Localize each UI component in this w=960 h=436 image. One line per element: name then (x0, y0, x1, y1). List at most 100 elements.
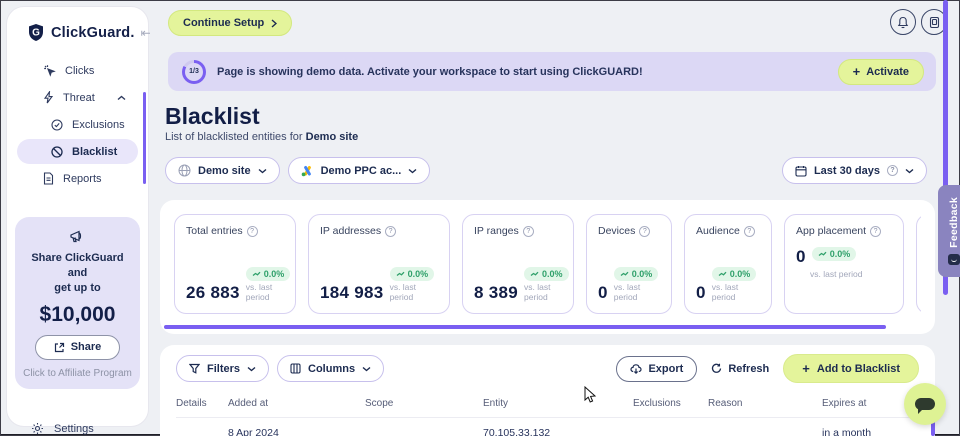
sidebar-item-label: Clicks (65, 65, 94, 77)
table-row[interactable]: 8 Apr 2024 70.105.33.132 in a month (176, 418, 919, 436)
share-button-label: Share (71, 341, 102, 353)
brand-name: ClickGuard. (51, 25, 135, 41)
cell-expires-at: in a month (822, 427, 919, 436)
trend-badge: 0.0% (390, 267, 435, 281)
stat-caption: vs. last period (246, 282, 288, 303)
stat-card-domain-placement: Domain placement? 0 0.0% vs. last period (916, 214, 921, 314)
chevron-right-icon (271, 19, 277, 28)
trend-up-icon (718, 271, 727, 277)
sidebar-item-exclusions[interactable]: Exclusions (17, 112, 138, 137)
export-button-label: Export (648, 363, 683, 375)
chat-bubble-icon (915, 398, 935, 410)
activate-button[interactable]: + Activate (838, 59, 924, 85)
help-icon[interactable]: ? (385, 226, 396, 237)
sidebar-item-label: Blacklist (72, 146, 117, 158)
page-subtitle-site: Demo site (306, 131, 359, 143)
svg-text:G: G (32, 28, 40, 39)
stat-change: 0.0% (264, 269, 285, 279)
bell-icon (897, 16, 909, 29)
sidebar-item-settings[interactable]: Settings (7, 417, 148, 436)
help-icon[interactable]: ? (523, 226, 534, 237)
columns-button[interactable]: Columns (277, 355, 384, 382)
promo-footer: Click to Affiliate Program (23, 368, 132, 379)
stat-value: 26 883 (186, 283, 240, 303)
date-range-selector[interactable]: Last 30 days ? (782, 157, 927, 184)
stat-card-ip-addresses: IP addresses? 184 983 0.0% vs. last peri… (308, 214, 450, 314)
chevron-down-icon (258, 168, 267, 174)
add-to-blacklist-button[interactable]: + Add to Blacklist (783, 354, 919, 383)
stat-value: 184 983 (320, 283, 384, 303)
table-header-row: Details Added at Scope Entity Exclusions… (176, 398, 919, 418)
continue-setup-button[interactable]: Continue Setup (168, 10, 292, 36)
chat-widget-button[interactable] (904, 383, 946, 425)
stat-value: 0 (796, 247, 806, 267)
check-circle-icon (51, 119, 63, 131)
sidebar-item-threat[interactable]: Threat (17, 85, 138, 110)
block-circle-icon (51, 146, 63, 158)
stat-change: 0.0% (632, 269, 653, 279)
notifications-button[interactable] (890, 9, 916, 35)
stat-card-audience: Audience? 0 0.0% vs. last period (684, 214, 772, 314)
help-icon[interactable]: ? (247, 226, 258, 237)
column-header-details[interactable]: Details (176, 398, 228, 409)
help-icon[interactable]: ? (744, 226, 755, 237)
google-ads-icon (301, 165, 314, 177)
setup-progress-step: 1/3 (185, 63, 203, 81)
stats-horizontal-scrollbar[interactable] (164, 325, 886, 329)
click-cursor-icon (43, 64, 56, 77)
columns-icon (290, 363, 301, 374)
ppc-account-selector[interactable]: Demo PPC ac... (288, 157, 431, 184)
stat-card-app-placement: App placement? 0 0.0% vs. last period (784, 214, 904, 314)
stat-card-ip-ranges: IP ranges? 8 389 0.0% vs. last period (462, 214, 574, 314)
stat-change: 0.0% (542, 269, 563, 279)
calendar-icon (795, 165, 807, 177)
share-button[interactable]: Share (35, 335, 121, 360)
column-header-reason[interactable]: Reason (708, 398, 822, 409)
trend-badge: 0.0% (614, 267, 659, 281)
column-header-added-at[interactable]: Added at (228, 398, 365, 409)
sidebar-collapse-icon[interactable]: ⇤ (141, 26, 151, 40)
affiliate-promo-card[interactable]: Share ClickGuard and get up to $10,000 S… (15, 217, 140, 389)
demo-data-banner: 1/3 Page is showing demo data. Activate … (168, 52, 936, 91)
trend-up-icon (818, 251, 827, 257)
refresh-button[interactable]: Refresh (705, 363, 775, 375)
stat-change: 0.0% (408, 269, 429, 279)
stat-caption: vs. last period (614, 282, 656, 303)
trend-up-icon (530, 271, 539, 277)
column-header-scope[interactable]: Scope (365, 398, 483, 409)
page-subtitle-prefix: List of blacklisted entities for (165, 131, 306, 143)
sidebar-item-blacklist[interactable]: Blacklist (17, 139, 138, 164)
chevron-up-icon (117, 95, 126, 101)
continue-setup-label: Continue Setup (183, 17, 264, 29)
export-button[interactable]: Export (616, 356, 697, 382)
activate-button-label: Activate (866, 66, 909, 78)
ppc-account-value: Demo PPC ac... (321, 165, 402, 177)
feedback-tab[interactable]: Feedback (938, 185, 960, 277)
sidebar-item-clicks[interactable]: Clicks (17, 58, 138, 83)
help-icon[interactable]: ? (639, 226, 650, 237)
trend-up-icon (620, 271, 629, 277)
trend-badge: 0.0% (524, 267, 569, 281)
sidebar-item-reports[interactable]: Reports (17, 166, 138, 191)
column-header-entity[interactable]: Entity (483, 398, 633, 409)
banner-message: Page is showing demo data. Activate your… (217, 66, 838, 78)
filters-button[interactable]: Filters (176, 355, 269, 382)
columns-button-label: Columns (308, 363, 355, 375)
stats-panel: Total entries? 26 883 0.0% vs. last peri… (160, 200, 935, 334)
help-icon[interactable]: ? (870, 226, 881, 237)
sidebar-scrollbar[interactable] (143, 92, 146, 184)
stat-title: Devices (598, 225, 635, 237)
column-header-exclusions[interactable]: Exclusions (633, 398, 708, 409)
add-to-blacklist-label: Add to Blacklist (817, 363, 900, 375)
globe-icon (178, 164, 191, 177)
filter-icon (189, 363, 200, 374)
plus-icon: + (802, 362, 810, 375)
trend-up-icon (396, 271, 405, 277)
stat-value: 0 (696, 283, 706, 303)
gear-icon (31, 422, 44, 435)
megaphone-icon (23, 229, 132, 244)
site-selector[interactable]: Demo site (165, 157, 280, 184)
stat-card-devices: Devices? 0 0.0% vs. last period (586, 214, 672, 314)
stat-title: Total entries (186, 225, 243, 237)
stat-caption: vs. last period (810, 269, 892, 280)
